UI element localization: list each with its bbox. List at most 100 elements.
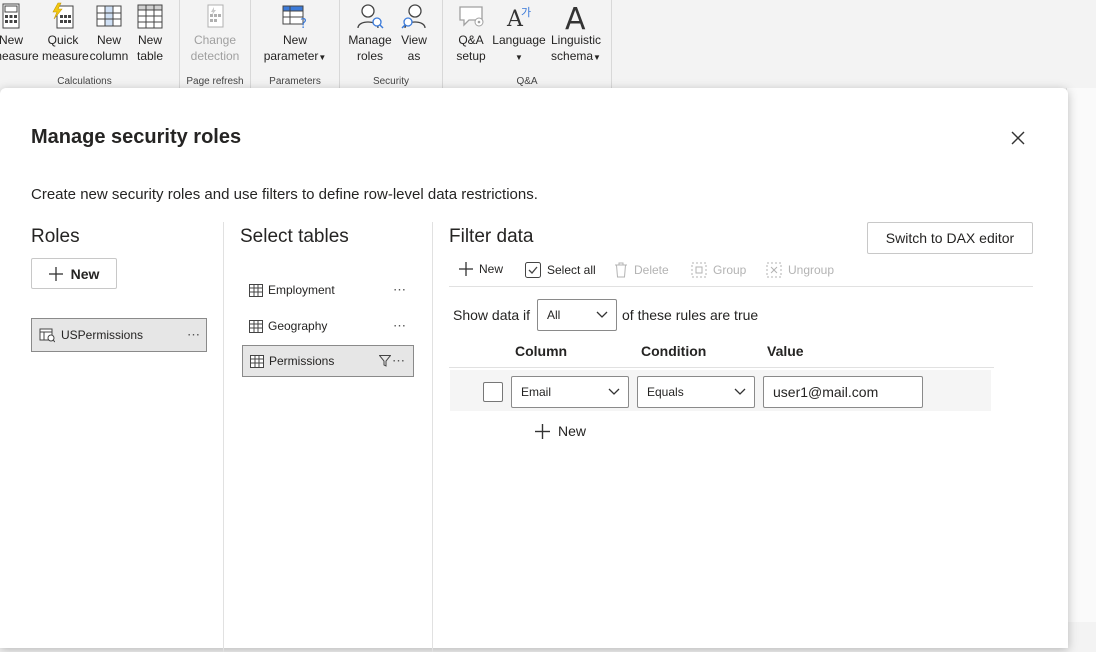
delete-button[interactable]: Delete <box>614 262 669 278</box>
rule-mode-dropdown[interactable]: All <box>537 299 617 331</box>
ribbon-group-qa: Q&A setup A가 Language ▼ A Linguistic sch… <box>443 0 612 88</box>
quick-measure-button[interactable]: Quick measure <box>42 2 89 64</box>
group-button[interactable]: Group <box>691 262 746 278</box>
side-pane <box>1066 88 1096 622</box>
role-item[interactable]: USPermissions ⋯ <box>31 318 207 352</box>
view-as-label-2: as <box>407 49 421 63</box>
change-detection-icon <box>207 4 224 28</box>
add-rule-label: New <box>558 423 587 439</box>
new-measure-label-2: measure <box>0 49 39 63</box>
column-header: Column <box>515 343 568 359</box>
qa-setup-label-2: setup <box>456 49 486 63</box>
ribbon-group-page-refresh: Change detection Page refresh <box>180 0 251 88</box>
more-options-icon[interactable]: ⋯ <box>393 318 406 334</box>
more-options-icon[interactable]: ⋯ <box>187 327 200 343</box>
filter-data-heading: Filter data <box>449 226 534 247</box>
chevron-down-icon <box>608 388 620 395</box>
new-table-label-2: table <box>136 49 164 63</box>
new-table-button[interactable]: New table <box>132 2 168 64</box>
new-role-label: New <box>70 265 100 282</box>
new-rule-toolbar-button[interactable]: New <box>459 262 503 276</box>
svg-text:?: ? <box>300 17 307 30</box>
manage-roles-button[interactable]: Manage roles <box>347 2 393 64</box>
ungroup-button[interactable]: Ungroup <box>766 262 834 278</box>
select-all-button[interactable]: Select all <box>525 262 596 278</box>
ribbon-group-parameters-label: Parameters <box>269 76 321 87</box>
roles-heading: Roles <box>31 226 80 247</box>
linguistic-schema-label-2: schema <box>551 49 594 63</box>
switch-to-dax-editor-button[interactable]: Switch to DAX editor <box>867 222 1033 254</box>
table-name: Geography <box>268 319 328 333</box>
dialog-title: Manage security roles <box>31 126 242 148</box>
rule-condition-value: Equals <box>647 385 684 399</box>
toolbar-select-all-label: Select all <box>547 263 596 277</box>
new-parameter-label-1: New <box>282 33 307 47</box>
rule-value-input[interactable]: user1@mail.com <box>763 376 923 408</box>
add-rule-button[interactable]: New <box>535 423 586 439</box>
toolbar-delete-label: Delete <box>634 263 669 277</box>
linguistic-schema-button[interactable]: A Linguistic schema▼ <box>547 2 605 66</box>
qa-setup-label-1: Q&A <box>458 33 484 47</box>
language-label: Language <box>492 33 546 47</box>
ribbon-group-security: Manage roles View as Security <box>340 0 443 88</box>
show-data-if-label: Show data if <box>453 307 531 323</box>
change-detection-button[interactable]: Change detection <box>188 2 242 64</box>
table-item-permissions[interactable]: Permissions ⋯ <box>242 345 414 377</box>
rules-true-label: of these rules are true <box>622 307 759 323</box>
svg-text:A: A <box>565 2 586 30</box>
table-name: Permissions <box>269 354 335 368</box>
language-icon: A가 <box>506 6 531 30</box>
ribbon-group-security-label: Security <box>372 76 410 87</box>
view-as-icon <box>401 4 426 29</box>
rule-mode-value: All <box>547 308 561 322</box>
table-name: Employment <box>268 283 335 297</box>
qa-setup-icon <box>459 6 484 27</box>
select-tables-heading: Select tables <box>240 226 349 247</box>
more-options-icon[interactable]: ⋯ <box>393 282 406 298</box>
rule-checkbox[interactable] <box>483 382 503 402</box>
divider <box>432 222 433 652</box>
chevron-down-icon: ▼ <box>318 53 327 62</box>
more-options-icon[interactable]: ⋯ <box>392 353 405 369</box>
value-header: Value <box>767 343 804 359</box>
table-item-geography[interactable]: Geography ⋯ <box>242 310 414 342</box>
new-role-button[interactable]: New <box>31 258 117 289</box>
new-measure-label-1: New <box>0 33 23 47</box>
checkbox-checked-icon <box>525 262 541 278</box>
new-parameter-button[interactable]: ? New parameter▼ <box>260 2 330 66</box>
table-icon <box>249 319 263 333</box>
rule-column-dropdown[interactable]: Email <box>511 376 629 408</box>
plus-icon <box>459 262 473 276</box>
change-detection-label-1: Change <box>193 33 237 47</box>
ribbon: New measure Quick measure New column New… <box>0 0 1096 88</box>
quick-measure-icon <box>52 2 74 29</box>
new-column-button[interactable]: New column <box>89 2 129 64</box>
language-button[interactable]: A가 Language ▼ <box>492 2 546 66</box>
role-icon <box>39 328 55 343</box>
divider <box>449 367 994 368</box>
quick-measure-label-1: Quick <box>47 33 79 47</box>
new-column-label-1: New <box>96 33 121 47</box>
new-measure-button[interactable]: New measure <box>0 2 39 64</box>
toolbar-group-label: Group <box>713 263 747 277</box>
filter-icon <box>379 355 391 367</box>
toolbar-new-label: New <box>479 262 504 276</box>
view-as-button[interactable]: View as <box>396 2 432 64</box>
ribbon-group-page-refresh-label: Page refresh <box>186 76 244 87</box>
chevron-down-icon <box>596 311 608 318</box>
close-icon[interactable] <box>1008 128 1028 148</box>
rule-condition-dropdown[interactable]: Equals <box>637 376 755 408</box>
view-as-label-1: View <box>401 33 427 47</box>
table-icon <box>250 354 264 368</box>
condition-header: Condition <box>641 343 707 359</box>
calculator-icon <box>2 3 20 29</box>
table-item-employment[interactable]: Employment ⋯ <box>242 274 414 306</box>
manage-roles-label-2: roles <box>356 49 383 63</box>
role-name: USPermissions <box>61 328 144 342</box>
toolbar-ungroup-label: Ungroup <box>788 263 835 277</box>
parameter-icon: ? <box>282 5 307 30</box>
qa-setup-button[interactable]: Q&A setup <box>451 2 491 64</box>
linguistic-schema-icon: A <box>565 2 586 30</box>
linguistic-schema-label-1: Linguistic <box>550 33 602 47</box>
ungroup-icon <box>766 262 782 278</box>
